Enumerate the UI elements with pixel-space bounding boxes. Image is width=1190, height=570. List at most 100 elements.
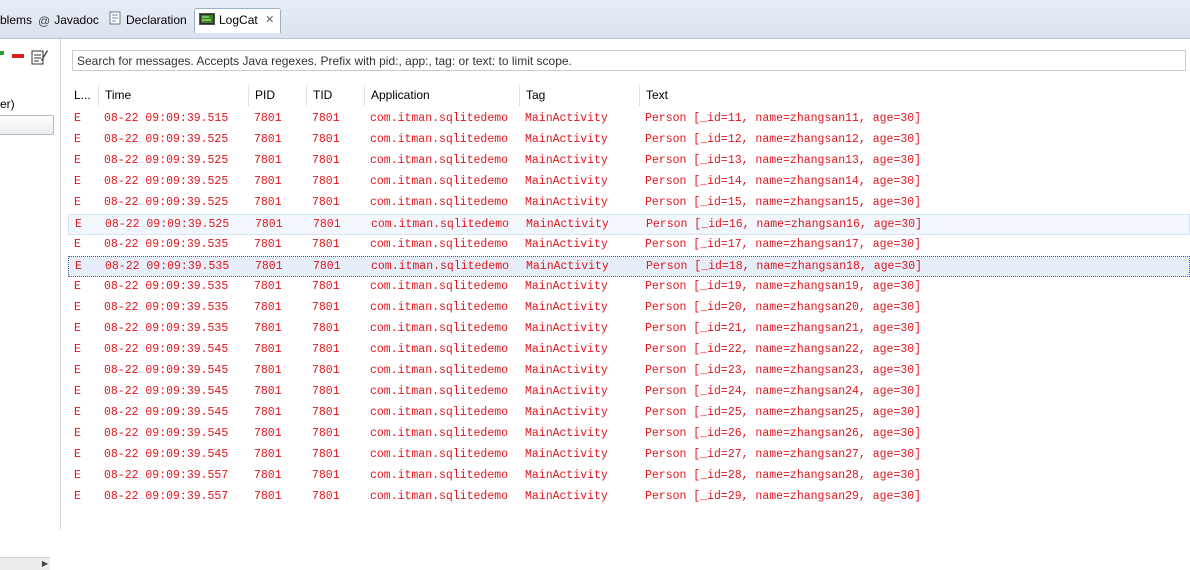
cell-tid: 7801 (312, 196, 340, 209)
column-header-tag[interactable]: Tag (519, 85, 639, 106)
logcat-icon (199, 10, 215, 32)
cell-pid: 7801 (254, 133, 282, 146)
cell-tag: MainActivity (525, 385, 608, 398)
table-row[interactable]: E 08-22 09:09:39.525 7801 7801 com.itman.sql… (68, 193, 1190, 214)
cell-tid: 7801 (312, 343, 340, 356)
horizontal-scrollbar[interactable]: ▶ (0, 557, 50, 570)
cell-app: com.itman.sqlitedemo (370, 154, 509, 167)
table-row[interactable]: E 08-22 09:09:39.545 7801 7801 com.itman.sql… (68, 424, 1190, 445)
table-row[interactable]: E 08-22 09:09:39.545 7801 7801 com.itman.sql… (68, 340, 1190, 361)
cell-level: E (74, 406, 81, 419)
cell-tag: MainActivity (525, 406, 608, 419)
table-row[interactable]: E 08-22 09:09:39.525 7801 7801 com.itman.sql… (68, 130, 1190, 151)
column-header-text[interactable]: Text (639, 85, 1190, 106)
table-row[interactable]: E 08-22 09:09:39.525 7801 7801 com.itman.sql… (68, 172, 1190, 193)
cell-level: E (74, 175, 81, 188)
cell-app: com.itman.sqlitedemo (370, 406, 509, 419)
cell-app: com.itman.sqlitedemo (370, 112, 509, 125)
table-row[interactable]: E 08-22 09:09:39.545 7801 7801 com.itman.sql… (68, 445, 1190, 466)
table-row[interactable]: E 08-22 09:09:39.535 7801 7801 com.itman.sql… (68, 298, 1190, 319)
cell-tag: MainActivity (525, 322, 608, 335)
table-row[interactable]: E 08-22 09:09:39.525 7801 7801 com.itman.sql… (68, 151, 1190, 172)
cell-text: Person [_id=29, name=zhangsan29, age=30] (645, 490, 922, 503)
cell-time: 08-22 09:09:39.525 (104, 196, 229, 209)
cell-pid: 7801 (254, 490, 282, 503)
cell-tid: 7801 (312, 112, 340, 125)
cell-tid: 7801 (312, 175, 340, 188)
cell-level: E (74, 448, 81, 461)
cell-text: Person [_id=12, name=zhangsan12, age=30] (645, 133, 922, 146)
cell-app: com.itman.sqlitedemo (370, 322, 509, 335)
table-row[interactable]: E 08-22 09:09:39.545 7801 7801 com.itman.sql… (68, 361, 1190, 382)
cell-time: 08-22 09:09:39.545 (104, 448, 229, 461)
cell-text: Person [_id=24, name=zhangsan24, age=30] (645, 385, 922, 398)
filter-item[interactable] (0, 115, 54, 135)
column-header-application[interactable]: Application (364, 85, 519, 106)
cell-pid: 7801 (255, 260, 283, 273)
at-icon: @ (38, 13, 51, 28)
cell-pid: 7801 (254, 469, 282, 482)
cell-text: Person [_id=27, name=zhangsan27, age=30] (645, 448, 922, 461)
declaration-icon (108, 10, 122, 32)
filter-label: er) (0, 97, 15, 111)
cell-tid: 7801 (312, 280, 340, 293)
tab-problems-label: blems (0, 13, 33, 27)
cell-pid: 7801 (254, 196, 282, 209)
table-row[interactable]: E 08-22 09:09:39.545 7801 7801 com.itman.sql… (68, 403, 1190, 424)
cell-text: Person [_id=28, name=zhangsan28, age=30] (645, 469, 922, 482)
column-header-level[interactable]: L... (68, 85, 98, 106)
cell-tid: 7801 (312, 154, 340, 167)
cell-level: E (74, 322, 81, 335)
table-row[interactable]: E 08-22 09:09:39.515 7801 7801 com.itman.sql… (68, 109, 1190, 130)
cell-tag: MainActivity (525, 112, 608, 125)
table-row[interactable]: E 08-22 09:09:39.535 7801 7801 com.itman.sql… (68, 319, 1190, 340)
cell-tag: MainActivity (525, 469, 608, 482)
cell-tag: MainActivity (525, 448, 608, 461)
cell-tag: MainActivity (525, 490, 608, 503)
cell-pid: 7801 (254, 322, 282, 335)
table-row[interactable]: E 08-22 09:09:39.545 7801 7801 com.itman.sql… (68, 382, 1190, 403)
cell-tid: 7801 (312, 448, 340, 461)
cell-tid: 7801 (312, 490, 340, 503)
search-input[interactable] (72, 50, 1186, 71)
edit-filter-icon[interactable] (31, 48, 49, 69)
cell-level: E (74, 364, 81, 377)
cell-tid: 7801 (312, 364, 340, 377)
column-header-tid[interactable]: TID (306, 85, 364, 106)
cell-text: Person [_id=14, name=zhangsan14, age=30] (645, 175, 922, 188)
tab-javadoc[interactable]: @ Javadoc (38, 9, 99, 31)
cell-text: Person [_id=16, name=zhangsan16, age=30] (646, 218, 923, 231)
tab-declaration[interactable]: Declaration (108, 9, 187, 31)
cell-app: com.itman.sqlitedemo (370, 301, 509, 314)
table-row[interactable]: E 08-22 09:09:39.525 7801 7801 com.itman.sql… (68, 214, 1190, 235)
tab-problems[interactable]: blems (0, 9, 32, 31)
remove-filter-icon[interactable] (12, 54, 24, 58)
cell-tag: MainActivity (525, 427, 608, 440)
cell-tid: 7801 (312, 469, 340, 482)
cell-level: E (74, 301, 81, 314)
add-filter-icon[interactable] (0, 51, 4, 55)
cell-level: E (74, 154, 81, 167)
cell-level: E (74, 112, 81, 125)
close-icon[interactable]: ✕ (264, 14, 276, 27)
cell-tid: 7801 (313, 218, 341, 231)
column-header-pid[interactable]: PID (248, 85, 306, 106)
cell-time: 08-22 09:09:39.545 (104, 343, 229, 356)
table-row[interactable]: E 08-22 09:09:39.557 7801 7801 com.itman.sql… (68, 466, 1190, 487)
cell-level: E (74, 427, 81, 440)
tab-logcat[interactable]: LogCat ✕ (194, 8, 281, 33)
table-row[interactable]: E 08-22 09:09:39.535 7801 7801 com.itman.sql… (68, 277, 1190, 298)
table-row[interactable]: E 08-22 09:09:39.535 7801 7801 com.itman.sql… (68, 256, 1190, 277)
column-header-time[interactable]: Time (98, 85, 248, 106)
cell-pid: 7801 (254, 154, 282, 167)
cell-tag: MainActivity (525, 133, 608, 146)
cell-time: 08-22 09:09:39.525 (105, 218, 230, 231)
cell-pid: 7801 (254, 406, 282, 419)
scroll-right-icon[interactable]: ▶ (42, 559, 48, 568)
table-row[interactable]: E 08-22 09:09:39.557 7801 7801 com.itman.sql… (68, 487, 1190, 508)
cell-text: Person [_id=13, name=zhangsan13, age=30] (645, 154, 922, 167)
cell-time: 08-22 09:09:39.525 (104, 154, 229, 167)
view-tab-bar: blems @ Javadoc Declaration LogCat ✕ (0, 0, 1190, 39)
cell-time: 08-22 09:09:39.525 (104, 133, 229, 146)
table-row[interactable]: E 08-22 09:09:39.535 7801 7801 com.itman.sql… (68, 235, 1190, 256)
